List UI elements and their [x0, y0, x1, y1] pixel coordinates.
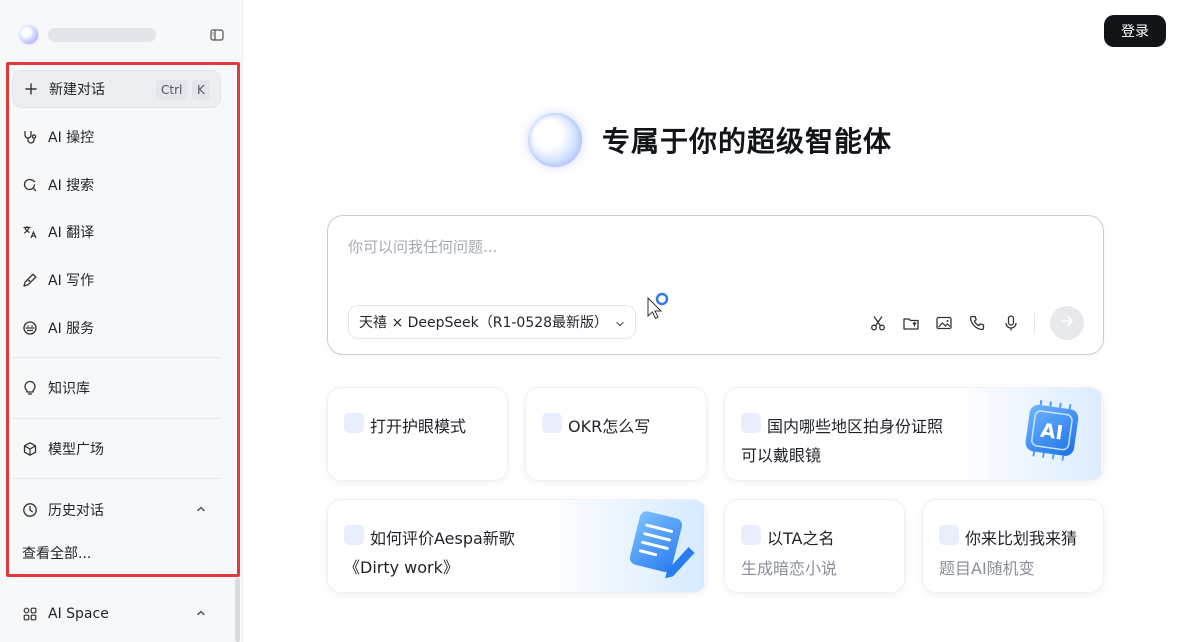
- suggestion-title: 以TA之名: [767, 529, 835, 548]
- suggestion-icon: [344, 413, 364, 433]
- sidebar: 新建对话 Ctrl K AI 操控 AI 搜索 AI 翻译 AI 写作 AI 服…: [0, 0, 243, 642]
- suggestion-title: 国内哪些地区拍身份证照: [767, 417, 944, 436]
- model-selector-value: 天禧 × DeepSeek（R1-0528最新版）: [359, 315, 609, 331]
- toolbar-divider: [1034, 313, 1035, 333]
- model-selector[interactable]: 天禧 × DeepSeek（R1-0528最新版）: [348, 305, 636, 339]
- arrow-right-icon: [1059, 313, 1075, 333]
- suggestion-title-line2: 《Dirty work》: [344, 558, 459, 577]
- image-upload-icon[interactable]: [934, 313, 954, 333]
- suggestion-card[interactable]: 你来比划我来猜 题目AI随机变: [922, 499, 1104, 593]
- chevron-down-icon: [615, 317, 625, 327]
- folder-upload-icon[interactable]: [901, 313, 921, 333]
- suggestion-subtitle: 生成暗恋小说: [741, 559, 838, 578]
- sidebar-toggle-icon[interactable]: [210, 27, 224, 41]
- ai-chip-illustration: AI: [954, 388, 1102, 480]
- ai-space-section-header[interactable]: AI Space: [12, 595, 221, 633]
- suggestion-icon: [344, 525, 364, 545]
- suggestion-icon: [939, 525, 959, 545]
- suggestion-icon: [741, 525, 761, 545]
- app-logo: [20, 26, 38, 44]
- document-pen-illustration: [547, 500, 705, 592]
- suggestion-card[interactable]: AI 国内哪些地区拍身份证照 可以戴眼镜: [724, 387, 1104, 481]
- svg-text:AI: AI: [1039, 419, 1064, 445]
- mouse-cursor-busy-icon: [646, 292, 670, 322]
- suggestion-card[interactable]: 如何评价Aespa新歌 《Dirty work》: [327, 499, 707, 593]
- chat-input[interactable]: [348, 238, 1068, 256]
- hero: 专属于你的超级智能体: [528, 112, 892, 168]
- suggestion-title: 如何评价Aespa新歌: [370, 529, 515, 548]
- scissors-icon[interactable]: [868, 313, 888, 333]
- assistant-orb-logo: [528, 113, 582, 167]
- ai-space-label: AI Space: [48, 606, 109, 622]
- sidebar-scrollbar[interactable]: [235, 578, 240, 642]
- chat-input-box: 天禧 × DeepSeek（R1-0528最新版）: [327, 215, 1104, 355]
- highlight-annotation-box: [6, 62, 240, 577]
- suggestion-subtitle: 题目AI随机变: [939, 559, 1035, 578]
- chevron-up-icon[interactable]: [195, 607, 207, 619]
- suggestion-card[interactable]: OKR怎么写: [525, 387, 707, 481]
- suggestion-title: 打开护眼模式: [370, 417, 467, 436]
- send-button[interactable]: [1050, 306, 1084, 340]
- page-title: 专属于你的超级智能体: [602, 125, 893, 158]
- microphone-icon[interactable]: [1001, 313, 1021, 333]
- suggestion-card[interactable]: 以TA之名 生成暗恋小说: [724, 499, 905, 593]
- login-button[interactable]: 登录: [1104, 15, 1166, 47]
- phone-icon[interactable]: [967, 313, 987, 333]
- suggestion-icon: [741, 413, 761, 433]
- suggestion-card[interactable]: 打开护眼模式: [327, 387, 508, 481]
- suggestion-title: 你来比划我来猜: [965, 529, 1078, 548]
- suggestion-icon: [542, 413, 562, 433]
- apps-icon: [22, 606, 38, 622]
- suggestion-title-line2: 可以戴眼镜: [741, 446, 822, 465]
- suggestion-title: OKR怎么写: [568, 417, 651, 436]
- sidebar-header: [20, 24, 225, 46]
- app-name-blurred: [48, 28, 156, 42]
